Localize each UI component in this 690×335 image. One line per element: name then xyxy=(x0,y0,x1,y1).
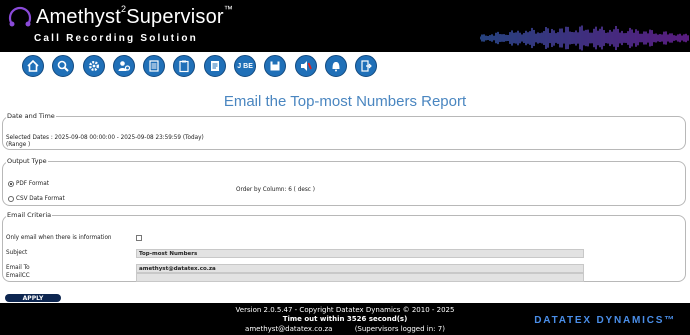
save-disk-icon xyxy=(270,61,280,71)
only-email-checkbox[interactable] xyxy=(136,235,142,241)
home-icon xyxy=(27,59,39,72)
logout-icon xyxy=(361,60,373,72)
output-type-legend: Output Type xyxy=(7,157,47,165)
audio-waveform-graphic xyxy=(480,25,689,51)
gear-icon xyxy=(88,61,99,71)
order-by-text: Order by Column: 6 ( desc ) xyxy=(236,187,315,193)
mute-button[interactable] xyxy=(294,55,317,77)
date-time-section: Date and Time Selected Dates : 2025-09-0… xyxy=(2,112,686,150)
csv-format-radio[interactable] xyxy=(8,196,14,202)
email-cc-field[interactable] xyxy=(136,273,584,282)
report-list-icon xyxy=(149,60,159,72)
headset-logo-icon xyxy=(8,6,32,27)
main-toolbar: J BE xyxy=(22,55,386,81)
clipboard-icon xyxy=(179,60,190,73)
csv-format-label: CSV Data Format xyxy=(16,196,65,202)
range-note: (Range ) xyxy=(6,142,31,148)
logged-user-text: amethyst@datatex.co.za (Supervisors logg… xyxy=(245,325,445,333)
email-criteria-section: Email Criteria Only email when there is … xyxy=(2,211,686,282)
email-cc-label: EmailCC xyxy=(6,273,30,279)
report-list-button[interactable] xyxy=(143,55,166,77)
clipboard-button[interactable] xyxy=(173,55,196,77)
save-button[interactable] xyxy=(264,55,287,77)
subject-field[interactable]: Top-most Numbers xyxy=(136,249,584,258)
jbe-button[interactable]: J BE xyxy=(234,55,257,77)
output-type-section: Output Type PDF Format CSV Data Format O… xyxy=(2,157,686,206)
page-title: Email the Top-most Numbers Report xyxy=(223,93,467,110)
version-text: Version 2.0.5.47 - Copyright Datatex Dyn… xyxy=(235,306,455,314)
logout-button[interactable] xyxy=(355,55,378,77)
date-time-legend: Date and Time xyxy=(7,112,55,120)
home-button[interactable] xyxy=(22,55,44,77)
subject-label: Subject xyxy=(6,250,28,256)
brand-name: Amethyst2Supervisor™ xyxy=(36,4,233,28)
mute-speaker-icon xyxy=(300,61,312,71)
pdf-format-label: PDF Format xyxy=(16,181,49,187)
footer-brand: DATATEX DYNAMICS™ xyxy=(534,315,676,326)
page: Amethyst2Supervisor™ Call Recording Solu… xyxy=(0,0,690,335)
document-button[interactable] xyxy=(203,55,226,77)
email-to-label: Email To xyxy=(6,265,30,271)
brand-tagline: Call Recording Solution xyxy=(34,33,198,44)
app-header: Amethyst2Supervisor™ Call Recording Solu… xyxy=(0,0,690,52)
search-icon xyxy=(57,60,70,72)
email-criteria-legend: Email Criteria xyxy=(7,211,52,219)
pdf-format-radio[interactable] xyxy=(8,181,14,187)
user-settings-button[interactable] xyxy=(112,55,135,77)
user-settings-icon xyxy=(118,61,130,71)
apply-button[interactable]: APPLY xyxy=(5,294,61,302)
only-email-label: Only email when there is information xyxy=(6,235,112,241)
alarm-bell-icon xyxy=(332,62,340,72)
jbe-icon: J BE xyxy=(237,62,253,70)
email-to-field[interactable]: amethyst@datatex.co.za xyxy=(136,264,584,273)
selected-dates-text: Selected Dates : 2025-09-08 00:00:00 - 2… xyxy=(6,135,204,141)
search-button[interactable] xyxy=(52,55,75,77)
alarm-button[interactable] xyxy=(324,55,347,77)
document-icon xyxy=(210,61,219,71)
settings-button[interactable] xyxy=(82,55,105,77)
app-footer: Version 2.0.5.47 - Copyright Datatex Dyn… xyxy=(0,303,690,335)
